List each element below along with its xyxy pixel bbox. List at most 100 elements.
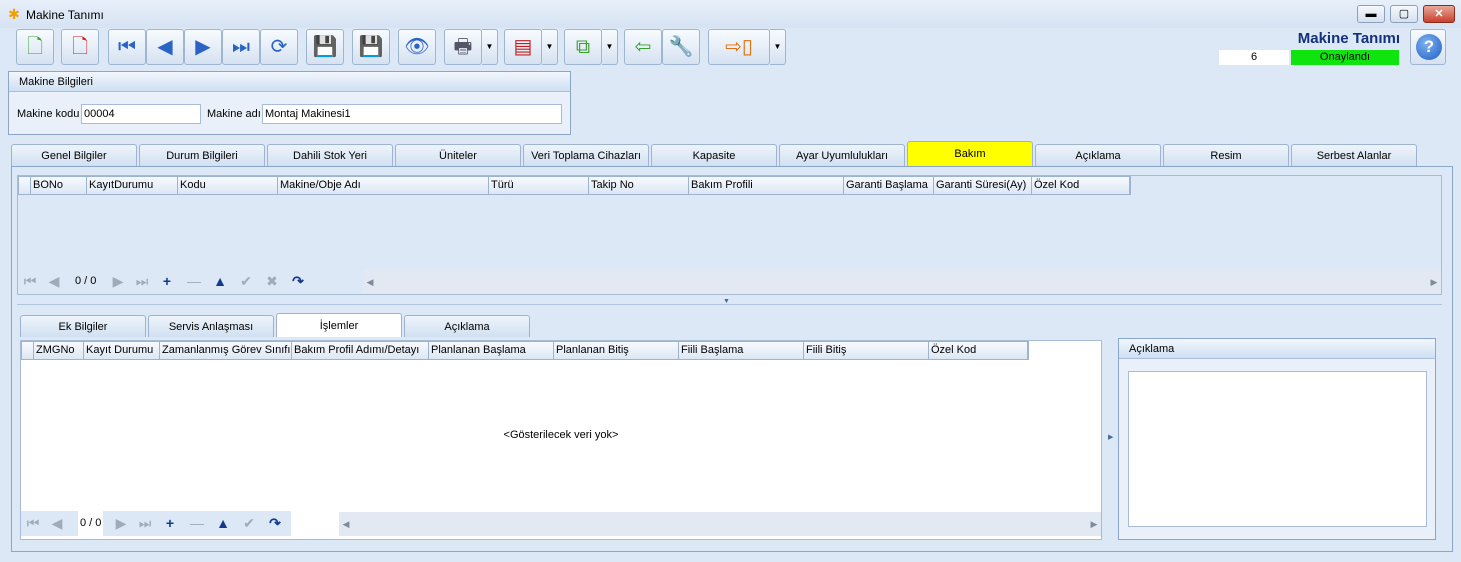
print-button[interactable]: 🖶 [444,29,482,65]
nav-up-icon[interactable]: ▲ [211,511,235,536]
scroll-right-icon[interactable]: ▶ [1087,512,1101,536]
nav-up-icon[interactable]: ▲ [208,269,232,294]
tab-serbest-alanlar[interactable]: Serbest Alanlar [1291,144,1417,166]
column-header[interactable]: ZMGNo [34,342,84,359]
copy-dropdown[interactable]: ▼ [602,29,618,65]
tab-resim[interactable]: Resim [1163,144,1289,166]
status-badge: Onaylandı [1291,50,1399,65]
column-header[interactable]: Planlanan Başlama [429,342,554,359]
column-header[interactable]: Kodu [178,177,278,194]
print-icon: 🖶 [453,36,473,58]
nav-prev-icon[interactable]: ◀ [42,269,66,294]
nav-remove-icon[interactable]: — [182,269,206,294]
column-header[interactable]: Bakım Profil Adımı/Detayı [292,342,429,359]
machine-code-field[interactable]: 00004 [81,104,201,124]
nav-cancel-icon[interactable]: ✖ [260,269,284,294]
nav-last-icon[interactable]: ⏭ [130,269,154,294]
next-record-button[interactable]: ▶ [184,29,222,65]
chevron-down-icon: ▼ [605,42,614,51]
tab-durum-bilgileri[interactable]: Durum Bilgileri [139,144,265,166]
help-button[interactable]: ? [1410,29,1446,65]
nav-prev-icon[interactable]: ◀ [45,511,69,536]
bakim-grid: BONo KayıtDurumu Kodu Makine/Obje Adı Tü… [17,175,1442,295]
nav-first-icon[interactable]: ⏮ [21,511,45,536]
islemler-grid: ZMGNo Kayıt Durumu Zamanlanmış Görev Sın… [20,340,1102,540]
column-header[interactable]: Planlanan Bitiş [554,342,679,359]
exit-dropdown[interactable]: ▼ [770,29,786,65]
tab-aciklama[interactable]: Açıklama [1035,144,1161,166]
nav-last-icon[interactable]: ⏭ [133,511,157,536]
tools-button[interactable]: 🔧 [662,29,700,65]
nav-check-icon[interactable]: ✔ [237,511,261,536]
last-record-button[interactable]: ⏭ [222,29,260,65]
tab-ayar-uyumluluklari[interactable]: Ayar Uyumlulukları [779,144,905,166]
first-record-button[interactable]: ⏮ [108,29,146,65]
nav-first-icon[interactable]: ⏮ [18,269,42,294]
tab-servis-anlasmasi[interactable]: Servis Anlaşması [148,315,274,337]
column-header[interactable]: Garanti Süresi(Ay) [934,177,1032,194]
machine-info-group: Makine Bilgileri Makine kodu 00004 Makin… [8,71,571,135]
tab-islemler[interactable]: İşlemler [276,313,402,337]
scroll-left-icon[interactable]: ◀ [339,512,353,536]
column-header[interactable]: Bakım Profili [689,177,844,194]
tab-uniteler[interactable]: Üniteler [395,144,521,166]
import-icon: ⇦ [634,36,652,58]
new-button[interactable]: 🗋 [16,29,54,65]
expand-arrow-icon[interactable]: ▶ [1108,433,1113,441]
previous-record-button[interactable]: ◀ [146,29,184,65]
scroll-right-icon[interactable]: ▶ [1427,270,1441,294]
column-header[interactable]: Fiili Başlama [679,342,804,359]
nav-add-icon[interactable]: + [155,269,179,294]
machine-info-title: Makine Bilgileri [9,72,570,92]
column-header[interactable]: Garanti Başlama [844,177,934,194]
nav-refresh-icon[interactable]: ↷ [263,511,287,536]
nav-next-icon[interactable]: ▶ [109,511,133,536]
delete-button[interactable]: 🗋 [61,29,99,65]
pdf-dropdown[interactable]: ▼ [542,29,558,65]
copy-button[interactable]: ⧉ [564,29,602,65]
scroll-left-icon[interactable]: ◀ [363,270,377,294]
refresh-button[interactable]: ⟳ [260,29,298,65]
column-header[interactable]: Kayıt Durumu [84,342,160,359]
record-counter: 0 / 0 [78,511,104,536]
tab-ek-bilgiler[interactable]: Ek Bilgiler [20,315,146,337]
close-button[interactable]: ✕ [1423,5,1455,23]
machine-name-field[interactable]: Montaj Makinesi1 [262,104,562,124]
tab-bakim[interactable]: Bakım [907,141,1033,166]
nav-refresh-icon[interactable]: ↷ [286,269,310,294]
column-header[interactable]: KayıtDurumu [87,177,178,194]
column-header[interactable]: Fiili Bitiş [804,342,929,359]
nav-check-icon[interactable]: ✔ [234,269,258,294]
nav-remove-icon[interactable]: — [185,511,209,536]
collapse-arrow-icon[interactable]: ▼ [723,298,730,305]
nav-next-icon[interactable]: ▶ [106,269,130,294]
preview-button[interactable]: 👁 [398,29,436,65]
column-header[interactable]: Türü [489,177,589,194]
tab-aciklama-sub[interactable]: Açıklama [404,315,530,337]
save-button[interactable]: 💾 [306,29,344,65]
horizontal-scrollbar[interactable]: ◀ ▶ [363,270,1441,294]
maximize-button[interactable]: ▢ [1390,5,1418,23]
aciklama-textarea[interactable] [1128,371,1427,527]
pdf-export-button[interactable]: ▤ [504,29,542,65]
print-dropdown[interactable]: ▼ [482,29,498,65]
column-header[interactable]: Özel Kod [929,342,1028,359]
import-button[interactable]: ⇦ [624,29,662,65]
column-header[interactable]: BONo [31,177,87,194]
minimize-button[interactable]: ▬ [1357,5,1385,23]
tab-veri-toplama-cihazlari[interactable]: Veri Toplama Cihazları [523,144,649,166]
nav-add-icon[interactable]: + [158,511,182,536]
preview-icon: 👁 [404,36,430,58]
tab-kapasite[interactable]: Kapasite [651,144,777,166]
column-header[interactable]: Zamanlanmış Görev Sınıfı [160,342,292,359]
tab-genel-bilgiler[interactable]: Genel Bilgiler [11,144,137,166]
column-header[interactable]: Takip No [589,177,689,194]
column-header[interactable]: Makine/Obje Adı [278,177,489,194]
previous-record-icon: ◀ [157,36,173,58]
exit-button[interactable]: ⇨▯ [708,29,770,65]
aciklama-panel: Açıklama [1118,338,1436,540]
tab-dahili-stok-yeri[interactable]: Dahili Stok Yeri [267,144,393,166]
horizontal-scrollbar[interactable]: ◀ ▶ [339,512,1101,536]
cancel-save-button[interactable]: 💾 [352,29,390,65]
column-header[interactable]: Özel Kod [1032,177,1130,194]
